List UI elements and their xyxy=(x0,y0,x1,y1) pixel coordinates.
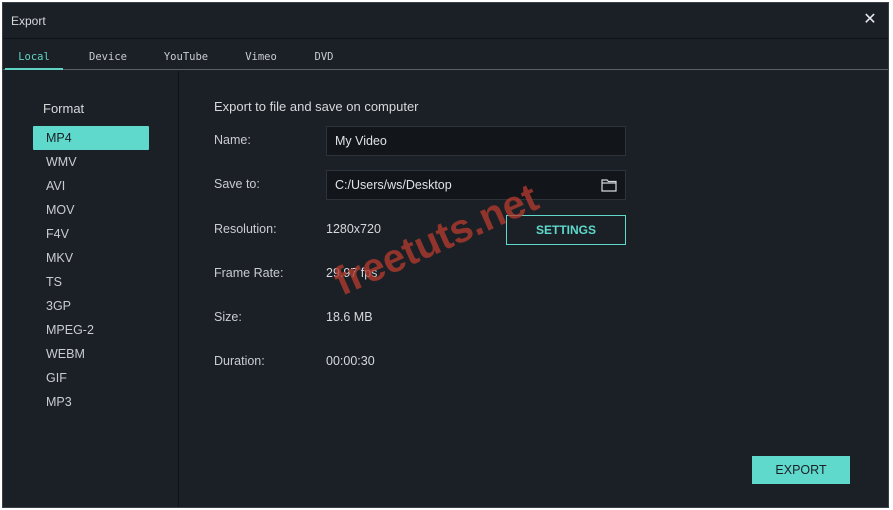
format-item-mov[interactable]: MOV xyxy=(33,198,149,222)
format-heading: Format xyxy=(43,101,85,116)
format-item-mp4[interactable]: MP4 xyxy=(33,126,149,150)
tab-local[interactable]: Local xyxy=(5,39,63,70)
tab-youtube[interactable]: YouTube xyxy=(155,39,217,70)
export-button[interactable]: EXPORT xyxy=(752,456,850,484)
format-item-ts[interactable]: TS xyxy=(33,270,149,294)
export-dialog: Export ✕ Local Device YouTube Vimeo DVD … xyxy=(2,2,889,508)
close-icon[interactable]: ✕ xyxy=(862,12,878,28)
format-item-f4v[interactable]: F4V xyxy=(33,222,149,246)
format-item-3gp[interactable]: 3GP xyxy=(33,294,149,318)
format-item-avi[interactable]: AVI xyxy=(33,174,149,198)
size-label: Size: xyxy=(214,310,242,324)
folder-icon[interactable] xyxy=(601,178,617,192)
name-input[interactable]: My Video xyxy=(326,126,626,156)
resolution-value: 1280x720 xyxy=(326,222,381,236)
format-item-mpeg2[interactable]: MPEG-2 xyxy=(33,318,149,342)
format-sidebar: Format MP4 WMV AVI MOV F4V MKV TS 3GP MP… xyxy=(3,71,179,507)
title-bar: Export ✕ xyxy=(3,3,888,39)
size-value: 18.6 MB xyxy=(326,310,373,324)
tab-dvd[interactable]: DVD xyxy=(305,39,343,70)
tab-vimeo[interactable]: Vimeo xyxy=(236,39,286,70)
format-item-mp3[interactable]: MP3 xyxy=(33,390,149,414)
save-to-label: Save to: xyxy=(214,177,260,191)
window-title: Export xyxy=(11,13,46,28)
save-to-path: C:/Users/ws/Desktop xyxy=(335,178,452,192)
save-to-field[interactable]: C:/Users/ws/Desktop xyxy=(326,170,626,200)
export-settings-panel: Export to file and save on computer Name… xyxy=(180,71,888,507)
duration-value: 00:00:30 xyxy=(326,354,375,368)
tab-bar: Local Device YouTube Vimeo DVD xyxy=(3,39,888,70)
name-label: Name: xyxy=(214,133,251,147)
tab-device[interactable]: Device xyxy=(78,39,138,70)
format-item-mkv[interactable]: MKV xyxy=(33,246,149,270)
frame-rate-label: Frame Rate: xyxy=(214,266,284,280)
panel-heading: Export to file and save on computer xyxy=(214,99,419,114)
format-item-webm[interactable]: WEBM xyxy=(33,342,149,366)
frame-rate-value: 29.97 fps xyxy=(326,266,378,280)
resolution-label: Resolution: xyxy=(214,222,277,236)
settings-button[interactable]: SETTINGS xyxy=(506,215,626,245)
format-item-wmv[interactable]: WMV xyxy=(33,150,149,174)
format-item-gif[interactable]: GIF xyxy=(33,366,149,390)
format-list: MP4 WMV AVI MOV F4V MKV TS 3GP MPEG-2 WE… xyxy=(33,126,149,414)
duration-label: Duration: xyxy=(214,354,265,368)
